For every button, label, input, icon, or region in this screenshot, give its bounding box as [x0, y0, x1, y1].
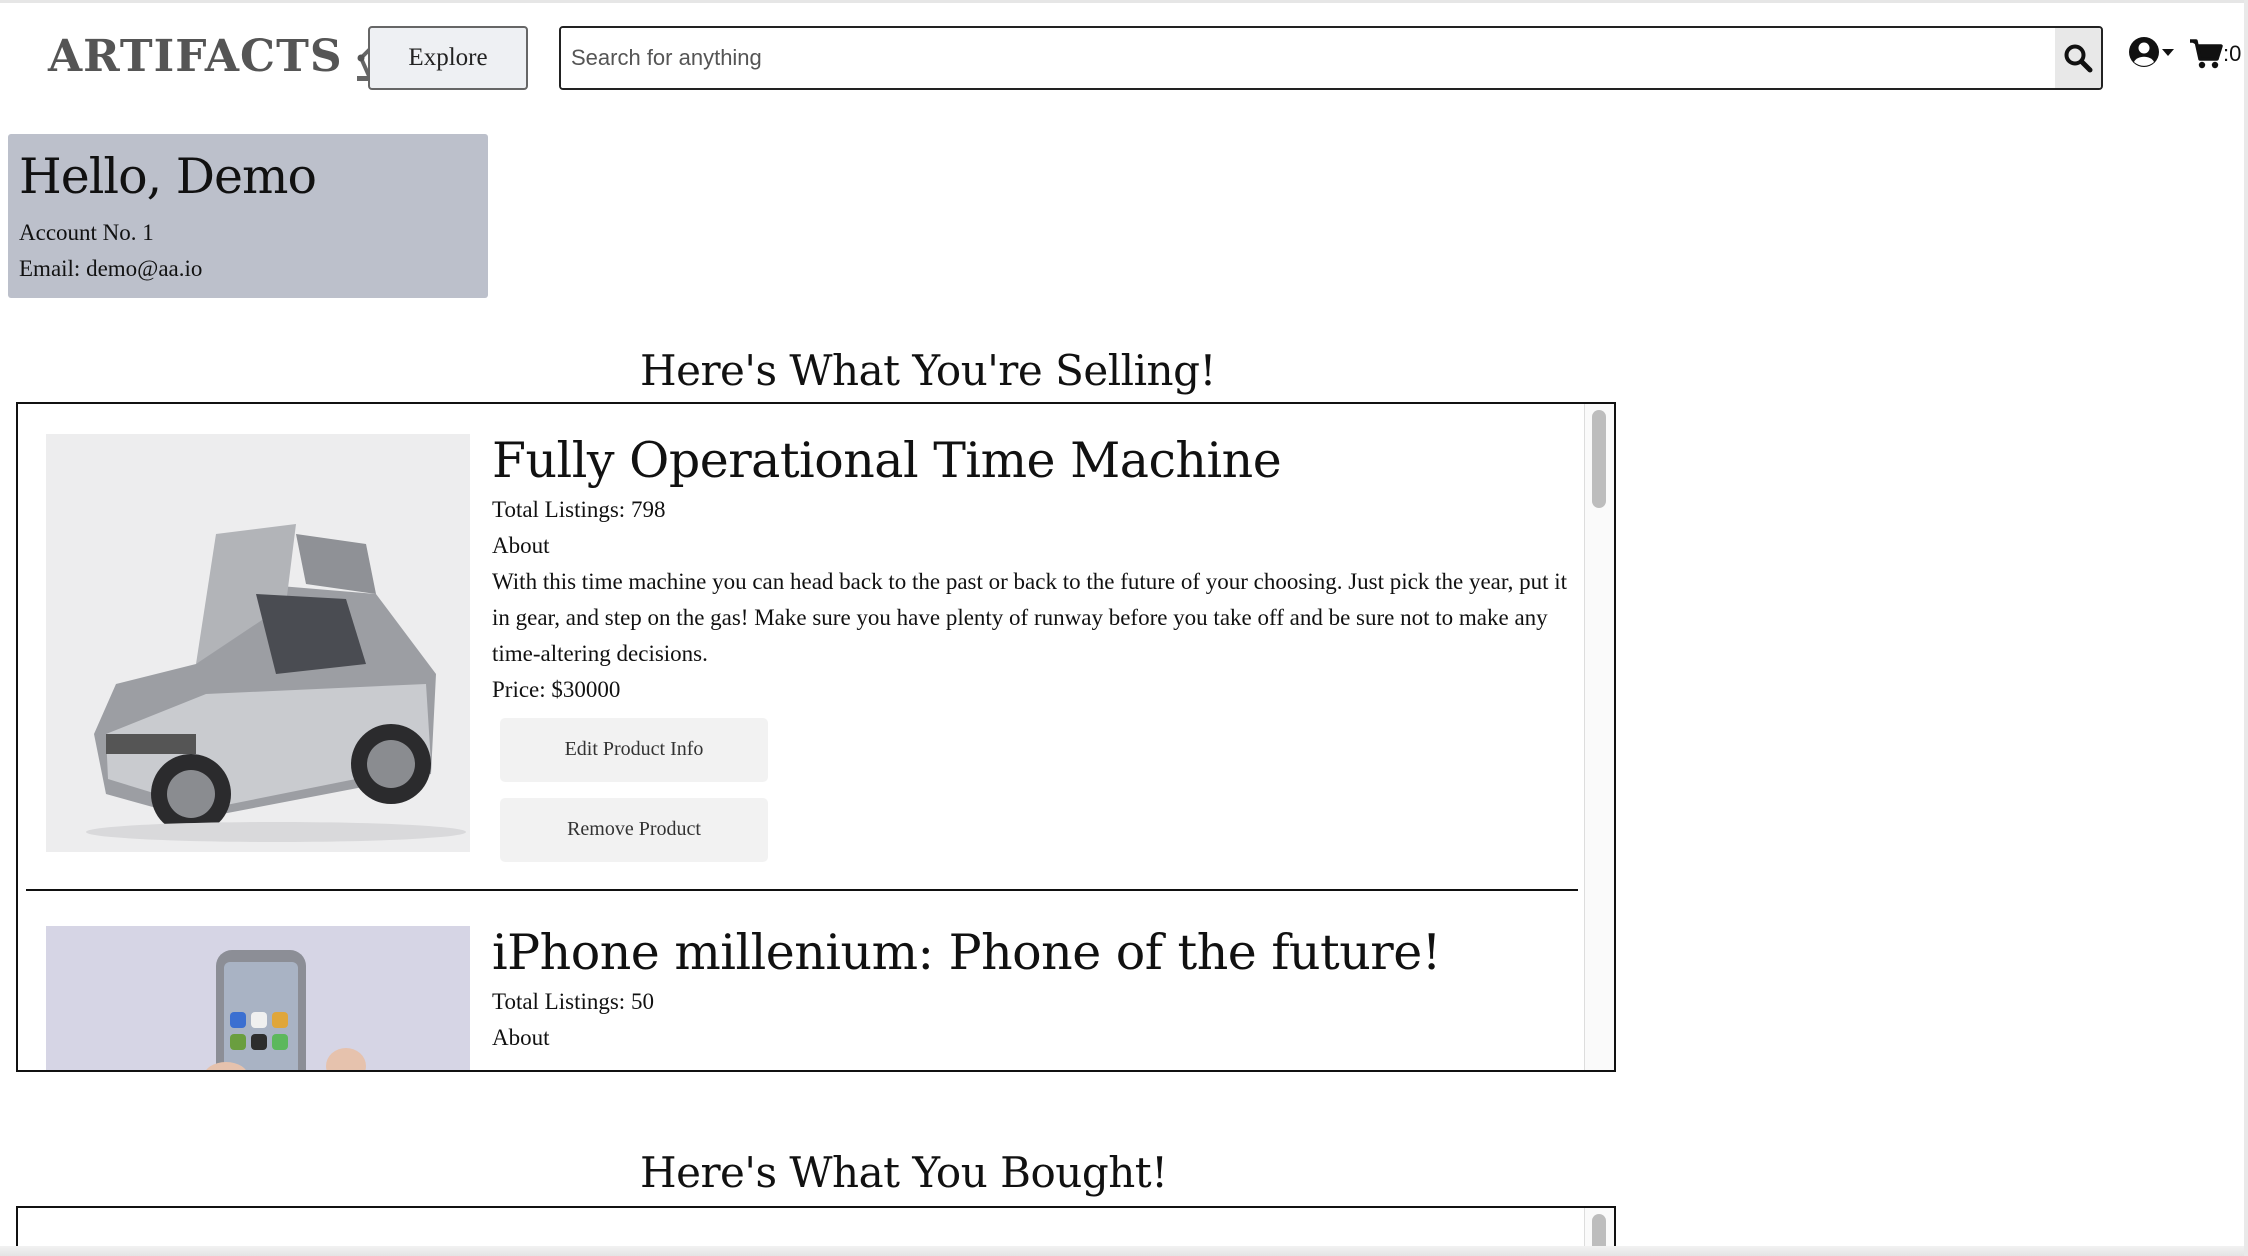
- artifacts-logo[interactable]: ARTIFACTS: [48, 30, 391, 82]
- search-input[interactable]: [561, 28, 2055, 88]
- product-title: iPhone millenium: Phone of the future!: [492, 924, 1441, 981]
- account-email: Email: demo@aa.io: [19, 256, 203, 281]
- product-price: Price: $30000: [492, 676, 621, 702]
- bottom-edge: [0, 1246, 2248, 1256]
- search-bar: [559, 26, 2103, 90]
- user-circle-icon: [2129, 37, 2159, 67]
- product-divider: [26, 889, 1578, 891]
- selling-list-scrollbar[interactable]: [1584, 404, 1614, 1070]
- product-details: Fully Operational Time Machine Total Lis…: [492, 434, 1572, 862]
- edit-product-button[interactable]: Edit Product Info: [500, 717, 768, 782]
- product-about-label: About: [492, 1024, 550, 1050]
- selling-section-title: Here's What You're Selling!: [640, 346, 1216, 395]
- site-header: ARTIFACTS Explore Search for anything:0: [0, 0, 2248, 120]
- product-item: iPhone millenium: Phone of the future! T…: [18, 926, 1586, 1070]
- product-details: iPhone millenium: Phone of the future! T…: [492, 926, 1441, 1056]
- user-menu-button[interactable]: [2128, 36, 2175, 68]
- shopping-cart-icon: [2190, 39, 2223, 69]
- scrollbar-thumb[interactable]: [1592, 410, 1606, 508]
- car-image-icon: [46, 434, 470, 852]
- product-image-time-machine: [46, 434, 470, 852]
- product-about-label: About: [492, 532, 550, 558]
- search-icon: [2064, 44, 2093, 73]
- account-number: Account No. 1: [19, 220, 154, 245]
- cart-button[interactable]: :0: [2189, 38, 2241, 70]
- search-button[interactable]: [2055, 28, 2101, 88]
- caret-down-icon: [2162, 49, 2174, 56]
- greeting-heading: Hello, Demo: [19, 148, 317, 205]
- product-title: Fully Operational Time Machine: [492, 432, 1282, 489]
- explore-button[interactable]: Explore: [368, 26, 528, 90]
- product-image-iphone: [46, 926, 470, 1070]
- phone-image-icon: [46, 926, 470, 1070]
- product-description: With this time machine you can head back…: [492, 568, 1568, 666]
- product-item: Fully Operational Time Machine Total Lis…: [18, 434, 1586, 894]
- right-border: [2244, 0, 2248, 1256]
- selling-products-list[interactable]: Fully Operational Time Machine Total Lis…: [16, 402, 1616, 1072]
- product-total-listings: Total Listings: 798: [492, 496, 666, 522]
- product-total-listings: Total Listings: 50: [492, 988, 654, 1014]
- remove-product-button[interactable]: Remove Product: [500, 797, 768, 862]
- logo-text: ARTIFACTS: [48, 30, 343, 82]
- cart-count: :0: [2223, 41, 2242, 66]
- bought-section-title: Here's What You Bought!: [640, 1148, 1168, 1197]
- profile-card: Hello, Demo Account No. 1 Email: demo@aa…: [8, 134, 488, 298]
